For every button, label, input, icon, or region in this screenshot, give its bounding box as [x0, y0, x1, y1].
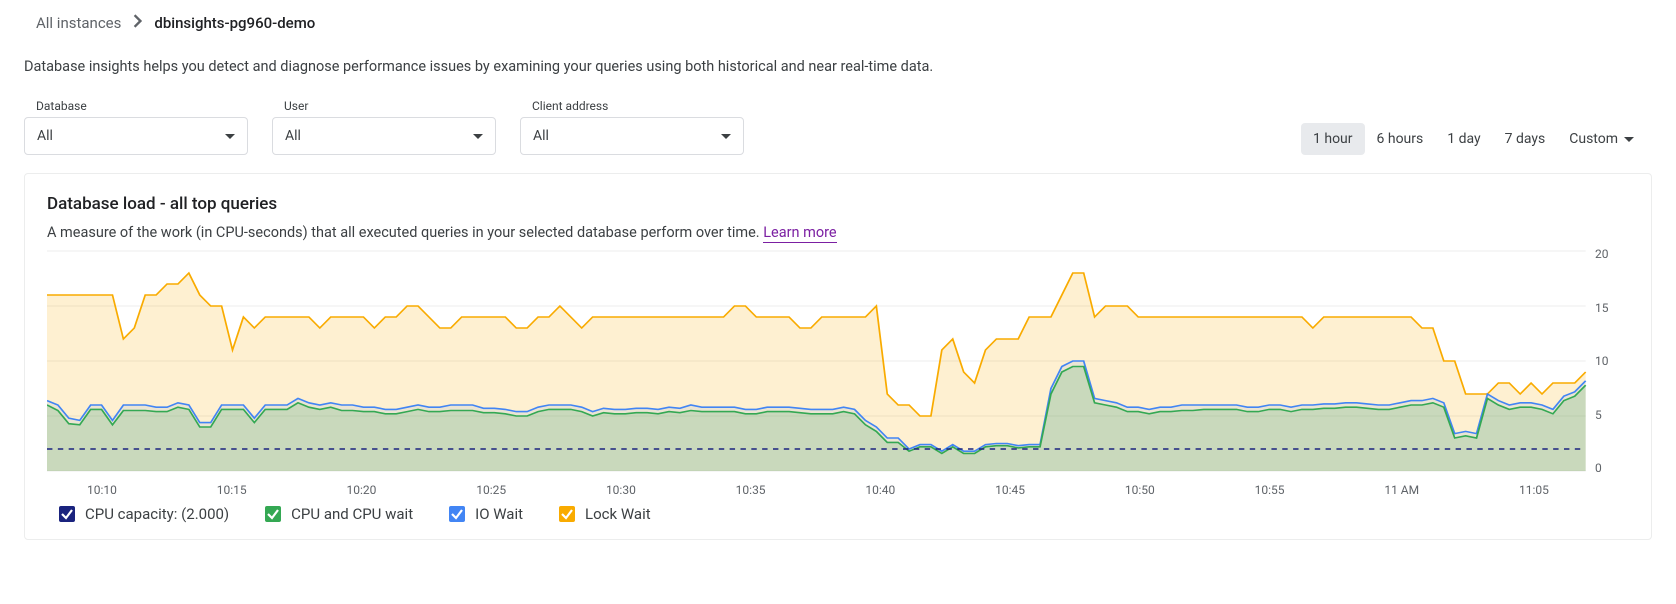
- legend-io-wait-label: IO Wait: [475, 505, 523, 523]
- client-address-filter-label: Client address: [520, 99, 744, 113]
- database-filter-value: All: [37, 128, 53, 144]
- legend-cpu-capacity-label: CPU capacity: (2.000): [85, 505, 229, 523]
- chevron-right-icon: [133, 14, 142, 32]
- time-tab-custom[interactable]: Custom: [1557, 123, 1646, 155]
- checkbox-checked-icon: [449, 506, 465, 522]
- dropdown-icon: [473, 134, 483, 139]
- chart-subtitle-text: A measure of the work (in CPU-seconds) t…: [47, 224, 763, 241]
- checkbox-checked-icon: [265, 506, 281, 522]
- checkbox-checked-icon: [559, 506, 575, 522]
- learn-more-link[interactable]: Learn more: [763, 224, 836, 243]
- chart-svg: [47, 247, 1629, 497]
- breadcrumb-current: dbinsights-pg960-demo: [154, 14, 315, 32]
- dropdown-icon: [1624, 137, 1634, 142]
- legend-cpu-wait-label: CPU and CPU wait: [291, 505, 413, 523]
- checkbox-checked-icon: [59, 506, 75, 522]
- database-filter-select[interactable]: All: [24, 117, 248, 155]
- breadcrumb-root[interactable]: All instances: [36, 14, 121, 32]
- user-filter-value: All: [285, 128, 301, 144]
- dropdown-icon: [721, 134, 731, 139]
- x-axis-labels: 10:1010:1510:2010:2510:3010:3510:4010:45…: [47, 483, 1589, 497]
- chart-title: Database load - all top queries: [47, 194, 1629, 214]
- breadcrumb: All instances dbinsights-pg960-demo: [0, 0, 1676, 40]
- dropdown-icon: [225, 134, 235, 139]
- time-tab-6hours[interactable]: 6 hours: [1365, 123, 1436, 155]
- time-tab-1hour[interactable]: 1 hour: [1301, 123, 1365, 155]
- page-description: Database insights helps you detect and d…: [0, 40, 1676, 75]
- legend-cpu-wait[interactable]: CPU and CPU wait: [265, 505, 413, 523]
- time-tab-7days[interactable]: 7 days: [1493, 123, 1558, 155]
- chart-subtitle: A measure of the work (in CPU-seconds) t…: [47, 224, 1629, 241]
- legend-lock-wait-label: Lock Wait: [585, 505, 651, 523]
- user-filter-label: User: [272, 99, 496, 113]
- chart-card: Database load - all top queries A measur…: [24, 173, 1652, 540]
- legend-io-wait[interactable]: IO Wait: [449, 505, 523, 523]
- user-filter-select[interactable]: All: [272, 117, 496, 155]
- chart-legend: CPU capacity: (2.000) CPU and CPU wait I…: [47, 505, 1629, 523]
- legend-cpu-capacity[interactable]: CPU capacity: (2.000): [59, 505, 229, 523]
- filter-row: Database All User All Client address All…: [0, 75, 1676, 173]
- time-tab-1day[interactable]: 1 day: [1435, 123, 1492, 155]
- chart-area: 20151050 10:1010:1510:2010:2510:3010:351…: [47, 247, 1629, 497]
- legend-lock-wait[interactable]: Lock Wait: [559, 505, 651, 523]
- time-range-tabs: 1 hour 6 hours 1 day 7 days Custom: [1301, 123, 1646, 155]
- database-filter-label: Database: [24, 99, 248, 113]
- y-axis-labels: 20151050: [1595, 247, 1629, 475]
- client-address-filter-value: All: [533, 128, 549, 144]
- client-address-filter-select[interactable]: All: [520, 117, 744, 155]
- time-tab-custom-label: Custom: [1569, 131, 1618, 147]
